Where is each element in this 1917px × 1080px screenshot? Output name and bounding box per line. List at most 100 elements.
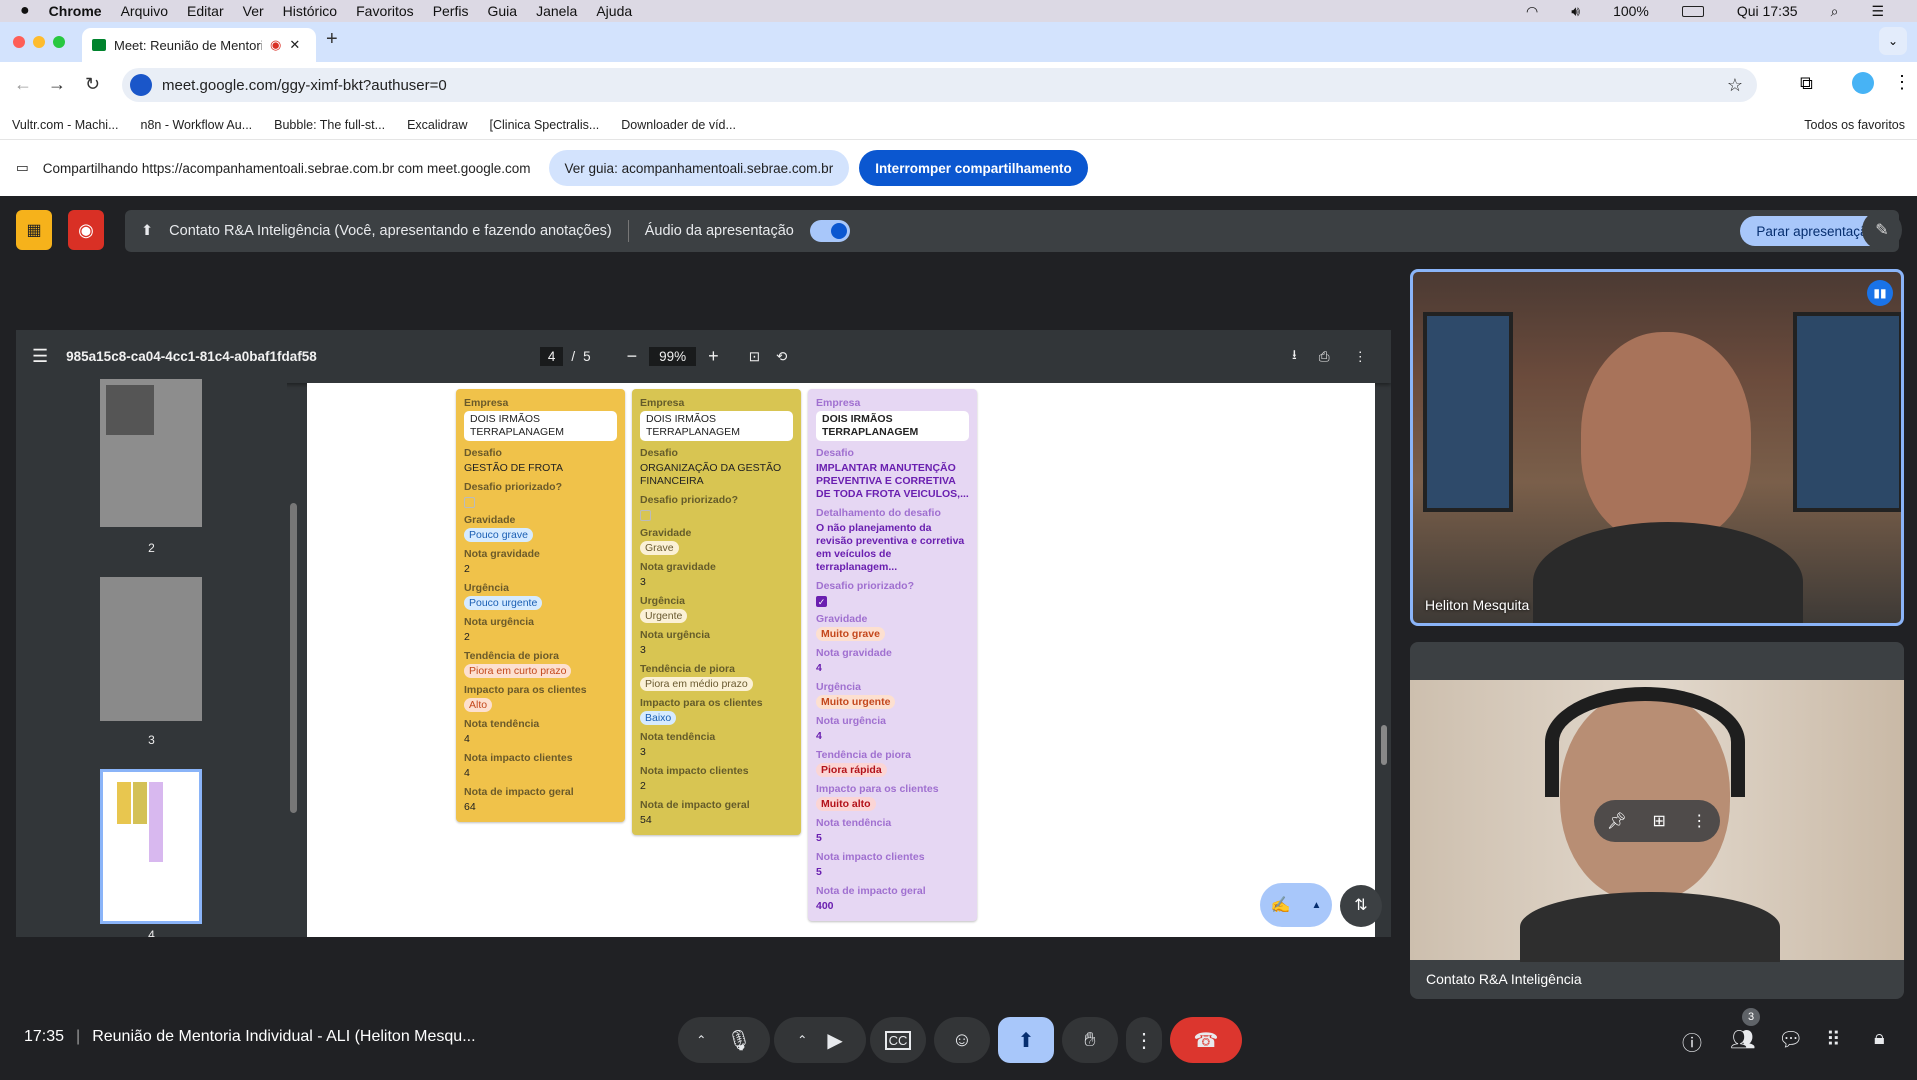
- field-label: Nota urgência: [640, 629, 711, 641]
- bookmark-vultr[interactable]: Vultr.com - Machi...: [12, 118, 119, 132]
- extensions-icon[interactable]: ⧉: [1800, 73, 1813, 94]
- activities-icon[interactable]: ⠿: [1826, 1027, 1841, 1052]
- menu-favoritos[interactable]: Favoritos: [356, 3, 414, 19]
- meeting-info-icon[interactable]: ⓘ: [1682, 1027, 1702, 1056]
- microphone-button[interactable]: ⌃ 🎙︎: [678, 1017, 770, 1063]
- page-thumbnail-2[interactable]: [100, 379, 202, 527]
- pin-icon[interactable]: 📌︎: [1607, 811, 1627, 831]
- page-thumbnail-3[interactable]: [100, 577, 202, 721]
- menu-editar[interactable]: Editar: [187, 3, 224, 19]
- reload-icon[interactable]: ↻: [85, 74, 100, 95]
- stop-presenting-slides-icon[interactable]: ▦: [16, 210, 52, 250]
- people-icon[interactable]: 👥︎: [1730, 1027, 1755, 1052]
- spotlight-icon[interactable]: ⌕: [1831, 3, 1839, 20]
- camera-button[interactable]: ⌃ ▶: [774, 1017, 866, 1063]
- menu-perfis[interactable]: Perfis: [433, 3, 469, 19]
- new-tab-icon[interactable]: +: [326, 28, 338, 51]
- chrome-menu-icon[interactable]: ⋮: [1893, 72, 1911, 93]
- chat-icon[interactable]: 💬︎: [1778, 1027, 1803, 1052]
- bookmark-bubble[interactable]: Bubble: The full-st...: [274, 118, 385, 132]
- bookmark-n8n[interactable]: n8n - Workflow Au...: [141, 118, 253, 132]
- bookmarks-bar: Vultr.com - Machi... n8n - Workflow Au..…: [0, 110, 1917, 140]
- page-scrollbar[interactable]: [1381, 725, 1387, 765]
- zoom-input[interactable]: 99%: [649, 347, 697, 366]
- bookmark-star-icon[interactable]: ☆: [1727, 75, 1743, 96]
- field-label: Nota impacto clientes: [816, 851, 925, 863]
- clock[interactable]: Qui 17:35: [1737, 3, 1798, 19]
- back-icon[interactable]: ←: [14, 74, 32, 95]
- page-thumbnail-4[interactable]: [100, 769, 202, 924]
- tag-chip: Baixo: [640, 711, 677, 725]
- field-label: Nota gravidade: [640, 561, 716, 573]
- field-value: O não planejamento da revisão preventiva…: [816, 522, 965, 573]
- challenge-card[interactable]: Empresa DOIS IRMÃOS TERRAPLANAGEM Desafio I…: [808, 389, 977, 921]
- annotate-icon[interactable]: ✎: [1862, 210, 1902, 250]
- challenge-card[interactable]: Empresa DOIS IRMÃOS TERRAPLANAGEM Desafio G…: [456, 389, 625, 822]
- tab-close-icon[interactable]: ✕: [289, 37, 300, 53]
- reactions-button[interactable]: ☺: [934, 1017, 990, 1063]
- menu-arquivo[interactable]: Arquivo: [121, 3, 168, 19]
- tile-more-icon[interactable]: ⋮: [1691, 811, 1707, 831]
- field-label: Impacto para os clientes: [640, 697, 763, 709]
- presentation-audio-toggle[interactable]: [809, 220, 850, 242]
- chevron-up-icon[interactable]: ⌃: [696, 1033, 706, 1047]
- bookmark-downloader[interactable]: Downloader de víd...: [621, 118, 736, 132]
- menu-janela[interactable]: Janela: [536, 3, 577, 19]
- record-icon[interactable]: ◉: [68, 210, 104, 250]
- bookmark-excalidraw[interactable]: Excalidraw: [407, 118, 467, 132]
- priority-checkbox[interactable]: ✓: [816, 596, 827, 607]
- print-icon[interactable]: ⎙: [1319, 349, 1330, 365]
- priority-checkbox[interactable]: [640, 510, 651, 521]
- address-bar[interactable]: meet.google.com/ggy-ximf-bkt?authuser=0 …: [122, 68, 1757, 102]
- pdf-more-icon[interactable]: ⋮: [1354, 349, 1368, 365]
- move-toolbar-icon[interactable]: ⇅: [1340, 885, 1382, 927]
- tab-meet[interactable]: Meet: Reunião de Mentori ◉ ✕: [82, 28, 316, 62]
- rotate-icon[interactable]: ⟲: [776, 349, 787, 365]
- frame-icon[interactable]: ⊞: [1652, 811, 1665, 831]
- all-bookmarks[interactable]: Todos os favoritos: [1804, 118, 1905, 132]
- minimize-window-icon[interactable]: [33, 36, 45, 48]
- field-value: 400: [816, 900, 834, 912]
- apple-icon[interactable]: ●: [20, 2, 30, 20]
- menu-guia[interactable]: Guia: [487, 3, 517, 19]
- participant-tile-heliton[interactable]: ▮▮ Heliton Mesquita: [1410, 269, 1904, 626]
- tab-search-icon[interactable]: ⌄: [1879, 27, 1907, 55]
- challenge-card[interactable]: Empresa DOIS IRMÃOS TERRAPLANAGEM Desafio O…: [632, 389, 801, 835]
- download-icon[interactable]: ⭳: [1292, 345, 1297, 368]
- view-tab-button[interactable]: Ver guia: acompanhamentoali.sebrae.com.b…: [548, 150, 850, 186]
- bookmark-clinica[interactable]: [Clinica Spectralis...: [490, 118, 600, 132]
- forward-icon[interactable]: →: [48, 74, 66, 95]
- zoom-in-icon[interactable]: +: [708, 346, 719, 367]
- close-window-icon[interactable]: [13, 36, 25, 48]
- pdf-menu-icon[interactable]: ☰: [32, 346, 48, 367]
- priority-checkbox[interactable]: [464, 497, 475, 508]
- stop-sharing-button[interactable]: Interromper compartilhamento: [859, 150, 1088, 186]
- wifi-icon[interactable]: ◠: [1526, 3, 1538, 20]
- recording-icon: ◉: [270, 37, 282, 52]
- captions-button[interactable]: CC: [870, 1017, 926, 1063]
- control-center-icon[interactable]: ☰: [1871, 3, 1884, 20]
- host-controls-icon[interactable]: 🔒︎: [1874, 1027, 1885, 1050]
- profile-avatar[interactable]: [1852, 72, 1874, 94]
- menu-historico[interactable]: Histórico: [283, 3, 337, 19]
- site-info-icon[interactable]: [130, 74, 152, 96]
- zoom-window-icon[interactable]: [53, 36, 65, 48]
- thumbnail-scrollbar[interactable]: [290, 503, 297, 813]
- annotation-tools-button[interactable]: ✍ ▲: [1260, 883, 1332, 927]
- volume-icon[interactable]: 🔊︎: [1571, 3, 1580, 20]
- zoom-out-icon[interactable]: −: [627, 346, 638, 367]
- field-value: 4: [464, 767, 470, 779]
- participant-tile-self[interactable]: 📌︎ ⊞ ⋮ Contato R&A Inteligência: [1410, 642, 1904, 999]
- menu-ver[interactable]: Ver: [243, 3, 264, 19]
- raise-hand-button[interactable]: ✋︎: [1062, 1017, 1118, 1063]
- battery-icon[interactable]: [1681, 5, 1704, 17]
- more-options-button[interactable]: ⋮: [1126, 1017, 1162, 1063]
- leave-call-button[interactable]: ☎: [1170, 1017, 1242, 1063]
- menu-chrome[interactable]: Chrome: [49, 3, 102, 19]
- fit-page-icon[interactable]: ⊡: [749, 349, 760, 365]
- chevron-up-icon[interactable]: ⌃: [797, 1033, 807, 1047]
- company-field: DOIS IRMÃOS TERRAPLANAGEM: [816, 411, 969, 441]
- menu-ajuda[interactable]: Ajuda: [596, 3, 632, 19]
- page-number-input[interactable]: 4: [539, 347, 564, 366]
- present-button[interactable]: ⬆: [998, 1017, 1054, 1063]
